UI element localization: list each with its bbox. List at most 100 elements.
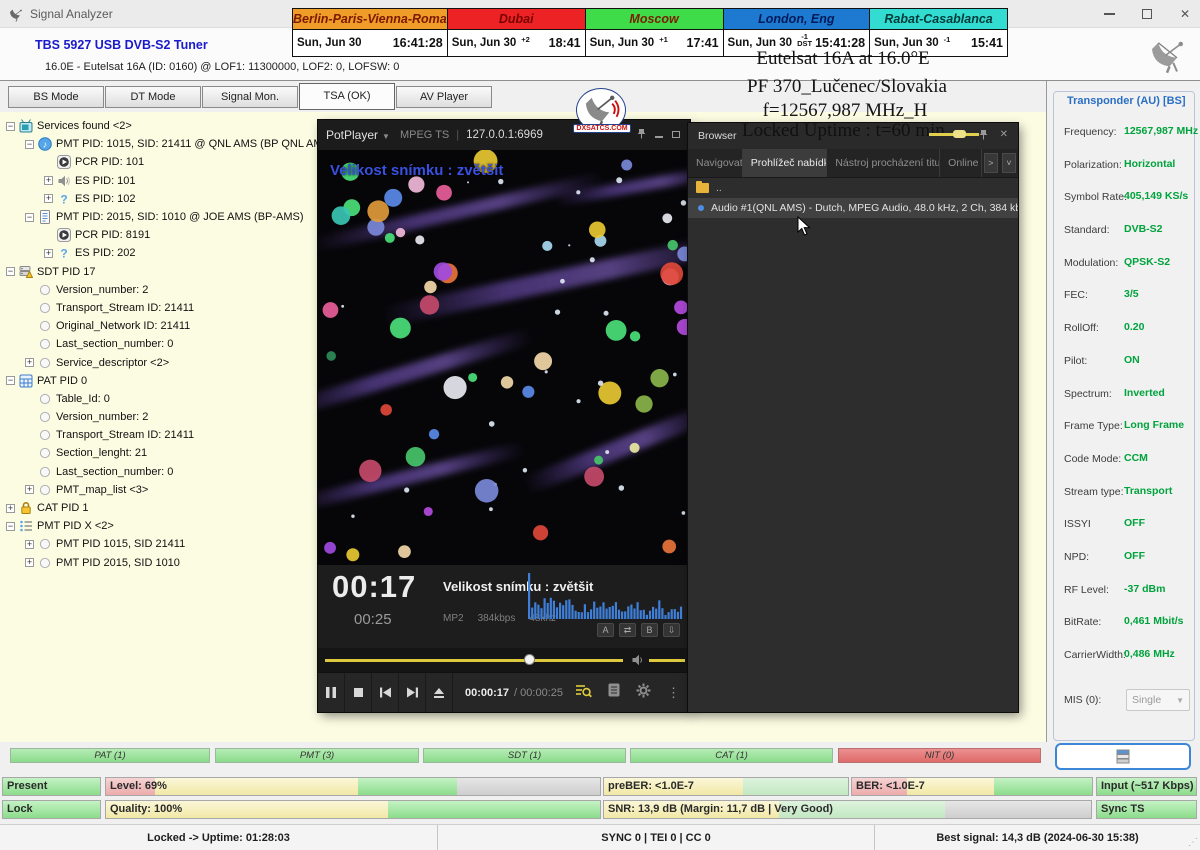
collapse-icon[interactable]: −: [6, 267, 15, 276]
expand-icon[interactable]: +: [44, 194, 53, 203]
expand-icon[interactable]: +: [44, 176, 53, 185]
dxsatcs-logo-text: DXSATCS.COM: [573, 124, 631, 133]
tree-item[interactable]: +CAT PID 1: [6, 499, 334, 517]
ts-details-button[interactable]: [1055, 743, 1191, 770]
mis-select[interactable]: Single ▼: [1126, 689, 1190, 711]
tab-dt-mode[interactable]: DT Mode: [105, 86, 201, 108]
tree-item[interactable]: Last_section_number: 0: [6, 335, 334, 353]
tree-item[interactable]: Last_section_number: 0: [6, 463, 334, 481]
resize-grip[interactable]: ⋰: [1188, 837, 1198, 848]
settings-gear-icon[interactable]: [636, 683, 651, 703]
eject-button[interactable]: [426, 673, 453, 712]
expand-icon[interactable]: +: [25, 540, 34, 549]
tree-item[interactable]: Transport_Stream ID: 21411: [6, 299, 334, 317]
next-button[interactable]: [399, 673, 426, 712]
playlist-search-icon[interactable]: [575, 683, 592, 703]
audio-track-item[interactable]: Audio #1(QNL AMS) - Dutch, MPEG Audio, 4…: [688, 198, 1018, 218]
collapse-icon[interactable]: −: [6, 122, 15, 131]
minimize-button[interactable]: [1092, 0, 1126, 28]
tree-item[interactable]: Version_number: 2: [6, 281, 334, 299]
tree-item[interactable]: − PMT PID: 2015, SID: 1010 @ JOE AMS (BP-…: [6, 208, 334, 226]
tree-item[interactable]: Original_Network ID: 21411: [6, 317, 334, 335]
transponder-label: Symbol Rate:: [1064, 191, 1127, 203]
tree-item[interactable]: +Service_descriptor <2>: [6, 353, 334, 371]
tabs-scroll-right-icon[interactable]: >: [984, 153, 998, 173]
tree-item[interactable]: +PMT PID 2015, SID 1010: [6, 554, 334, 572]
tree-item[interactable]: PCR PID: 8191: [6, 226, 334, 244]
browser-tab-4[interactable]: Online: [940, 149, 982, 177]
ab-repeat-b-button[interactable]: B: [641, 623, 658, 637]
tree-item[interactable]: PCR PID: 101: [6, 153, 334, 171]
tree-item[interactable]: −Services found <2>: [6, 117, 334, 135]
potplayer-app-name[interactable]: PotPlayer: [326, 128, 378, 142]
seek-handle[interactable]: [524, 654, 535, 665]
tab-av-player[interactable]: AV Player: [396, 86, 492, 108]
seek-bar[interactable]: [325, 659, 623, 662]
ab-repeat-a-button[interactable]: A: [597, 623, 614, 637]
transponder-row: Stream type:Transport: [1054, 478, 1194, 511]
tabs-more-icon[interactable]: ˅: [1002, 153, 1016, 173]
tree-item-label: Original_Network ID: 21411: [56, 320, 190, 332]
tree-item[interactable]: +ES PID: 101: [6, 172, 334, 190]
leaf-icon: [38, 556, 52, 570]
tree-item[interactable]: +?ES PID: 202: [6, 244, 334, 262]
capture-icon[interactable]: ⇩: [663, 623, 680, 637]
collapse-icon[interactable]: −: [6, 376, 15, 385]
status-sync-counters: SYNC 0 | TEI 0 | CC 0: [437, 825, 874, 850]
volume-icon[interactable]: [631, 653, 645, 672]
tree-item-label: PMT PID: 2015, SID: 1010 @ JOE AMS (BP-A…: [56, 211, 304, 223]
previous-button[interactable]: [372, 673, 399, 712]
more-options-icon[interactable]: ⋮: [667, 685, 680, 701]
expand-icon[interactable]: +: [25, 485, 34, 494]
tree-item[interactable]: Section_lenght: 21: [6, 444, 334, 462]
potplayer-titlebar[interactable]: PotPlayer ▼ MPEG TS | 127.0.0.1:6969: [318, 120, 690, 150]
transponder-panel: Transponder (AU) [BS] Frequency:12567,98…: [1046, 81, 1200, 742]
expand-icon[interactable]: +: [25, 558, 34, 567]
maximize-button[interactable]: [1130, 0, 1164, 28]
browser-tab-1[interactable]: Navigovat: [688, 149, 743, 177]
tab-signal-mon-[interactable]: Signal Mon.: [202, 86, 298, 108]
tree-item[interactable]: −♪PMT PID: 1015, SID: 21411 @ QNL AMS (B…: [6, 135, 334, 153]
tree-item[interactable]: −PAT PID 0: [6, 372, 334, 390]
tree-item[interactable]: Table_Id: 0: [6, 390, 334, 408]
tab-tsa-ok-[interactable]: TSA (OK): [299, 83, 395, 110]
tree-item[interactable]: +?ES PID: 102: [6, 190, 334, 208]
collapse-icon[interactable]: −: [25, 213, 34, 222]
pause-button[interactable]: [318, 673, 345, 712]
tree-item[interactable]: +PMT PID 1015, SID 21411: [6, 535, 334, 553]
close-button[interactable]: ✕: [1168, 0, 1200, 28]
minimize-icon[interactable]: [655, 130, 663, 141]
meter-label: Sync TS: [1101, 801, 1144, 818]
tree-item[interactable]: Version_number: 2: [6, 408, 334, 426]
clock-utc-offset: -1DST: [797, 33, 812, 48]
collapse-icon[interactable]: −: [6, 522, 15, 531]
stop-button[interactable]: [345, 673, 372, 712]
tree-item[interactable]: −SDT PID 17: [6, 263, 334, 281]
expand-icon[interactable]: +: [25, 358, 34, 367]
parent-directory-row[interactable]: ..: [688, 178, 1018, 198]
close-icon[interactable]: ✕: [1000, 129, 1008, 143]
expand-icon[interactable]: +: [6, 504, 15, 513]
pin-icon[interactable]: [637, 128, 646, 142]
maximize-icon[interactable]: [672, 130, 680, 141]
collapse-icon[interactable]: −: [25, 140, 34, 149]
pin-icon[interactable]: [979, 129, 988, 143]
meter-snr: SNR: 13,9 dB (Margin: 11,7 dB | Very Goo…: [603, 800, 1092, 819]
svg-text:♪: ♪: [43, 140, 48, 150]
meter-label: Input (~517 Kbps): [1101, 778, 1194, 795]
browser-tab-2[interactable]: Prohlížeč nabídky: [743, 149, 828, 177]
meter-lock: Lock: [2, 800, 101, 819]
tree-item[interactable]: Transport_Stream ID: 21411: [6, 426, 334, 444]
loop-icon[interactable]: ⇄: [619, 623, 636, 637]
expand-icon[interactable]: +: [44, 249, 53, 258]
playlist-icon[interactable]: [608, 683, 620, 702]
tab-bs-mode[interactable]: BS Mode: [8, 86, 104, 108]
tree-item[interactable]: −PMT PID X <2>: [6, 517, 334, 535]
volume-bar[interactable]: [649, 659, 685, 662]
tree-item[interactable]: +PMT_map_list <3>: [6, 481, 334, 499]
video-area[interactable]: Velikost snímku : zvětšit: [318, 150, 690, 565]
transponder-row: Modulation:QPSK-S2: [1054, 249, 1194, 282]
clock-city: Rabat-Casablanca: [870, 9, 1007, 30]
browser-tab-3[interactable]: Nástroj procházení titulků: [827, 149, 940, 177]
leaf-icon: [38, 337, 52, 351]
